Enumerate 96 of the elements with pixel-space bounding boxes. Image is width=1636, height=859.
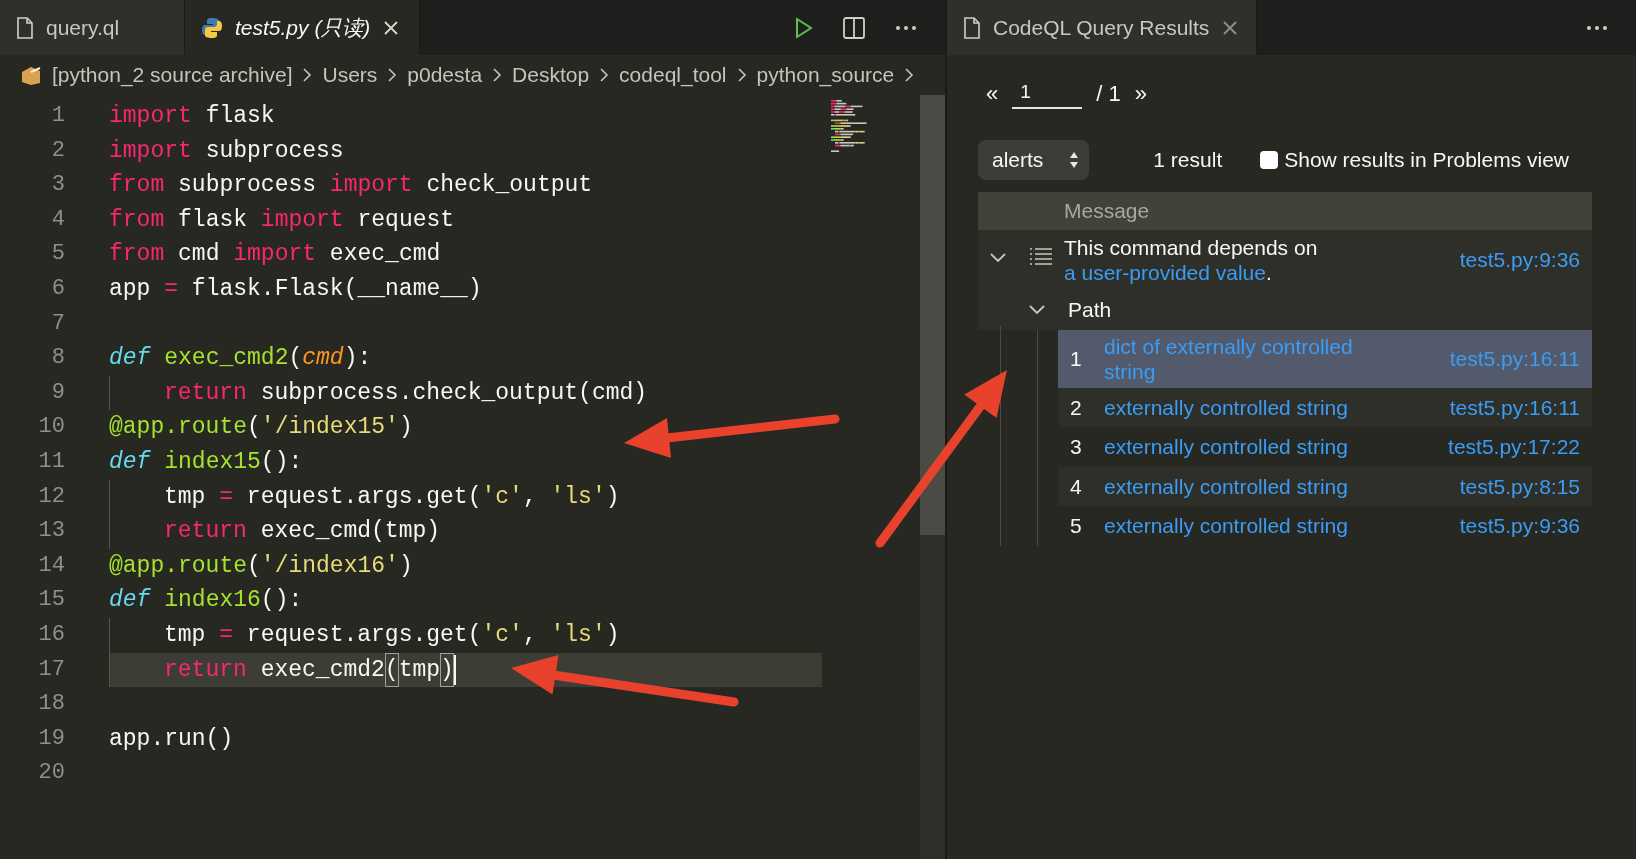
chevron-right-icon (904, 67, 915, 83)
line-number: 12 (37, 482, 66, 511)
breadcrumb-item[interactable]: p0desta (407, 59, 483, 91)
editor-tab[interactable]: test5.py (只读) (185, 0, 420, 55)
line-number: 6 (50, 274, 66, 303)
path-step-row[interactable]: 2 externally controlled string test5.py:16:11 (1058, 387, 1592, 427)
line-number: 2 (50, 136, 66, 165)
step-number: 1 (1069, 345, 1083, 372)
close-icon[interactable] (382, 18, 401, 37)
path-label: Path (1068, 296, 1112, 323)
page-total: / 1 (1096, 80, 1121, 108)
chevron-right-icon (736, 67, 747, 83)
line-number: 20 (37, 759, 66, 788)
code-line: import subprocess (109, 136, 344, 166)
line-number: 11 (37, 447, 66, 476)
line-number: 8 (50, 344, 66, 373)
code-line: return exec_cmd(tmp) (109, 514, 441, 549)
step-number: 4 (1069, 473, 1083, 500)
location-link[interactable]: test5.py:9:36 (1459, 243, 1580, 276)
code-line: app = flask.Flask(__name__) (109, 274, 482, 304)
line-number: 10 (37, 413, 66, 442)
scrollbar-thumb[interactable] (920, 95, 945, 535)
split-editor-icon[interactable] (843, 16, 865, 39)
checkbox-label: Show results in Problems view (1284, 147, 1569, 173)
file-icon (16, 16, 34, 39)
tab-label: query.ql (46, 14, 120, 41)
line-number: 19 (37, 724, 66, 753)
step-link[interactable]: externally controlled string (1104, 434, 1404, 460)
chevron-right-icon (302, 67, 313, 83)
code-line: tmp = request.args.get('c', 'ls') (109, 617, 620, 653)
step-link[interactable]: externally controlled string (1104, 473, 1404, 499)
code-line: from cmd import exec_cmd (109, 240, 441, 270)
run-icon[interactable] (795, 16, 813, 39)
first-page-button[interactable]: « (986, 77, 999, 110)
line-number: 14 (37, 551, 66, 580)
code-line: def exec_cmd2(cmd): (109, 344, 372, 374)
location-link[interactable]: test5.py:8:15 (1459, 470, 1580, 502)
path-step-row[interactable]: 4 externally controlled string test5.py:8:15 (1058, 466, 1592, 506)
code-line: import flask (109, 102, 275, 131)
code-line: def index16(): (109, 586, 303, 616)
checkbox[interactable] (1260, 150, 1279, 169)
line-number: 18 (37, 690, 66, 719)
path-step-row[interactable]: 3 externally controlled string test5.py:17:22 (1058, 427, 1592, 467)
line-number: 16 (37, 620, 66, 649)
result-count: 1 result (1153, 147, 1223, 173)
line-number: 15 (37, 586, 66, 615)
location-link[interactable]: test5.py:9:36 (1459, 510, 1580, 542)
breadcrumb-item[interactable]: codeql_tool (619, 59, 727, 91)
line-number: 1 (50, 102, 66, 130)
tab-label: test5.py (只读) (235, 14, 371, 41)
breadcrumb-item[interactable]: Users (322, 59, 378, 91)
last-page-button[interactable]: » (1134, 77, 1147, 110)
archive-icon (20, 64, 42, 86)
chevron-right-icon (599, 67, 610, 83)
line-number: 9 (50, 378, 66, 407)
breadcrumb-item[interactable]: Desktop (512, 59, 590, 91)
location-link[interactable]: test5.py:16:11 (1449, 391, 1580, 423)
line-number: 5 (50, 240, 66, 269)
column-header: Message (1064, 197, 1150, 224)
line-number: 7 (50, 309, 66, 338)
step-number: 5 (1069, 513, 1083, 539)
line-number: 13 (37, 517, 66, 546)
python-file-icon (201, 16, 223, 39)
location-link[interactable]: test5.py:17:22 (1448, 431, 1580, 463)
path-step-row[interactable]: 5 externally controlled string test5.py:9:36 (1058, 506, 1592, 546)
file-icon (963, 16, 981, 39)
code-line: from subprocess import check_output (109, 171, 593, 201)
path-row[interactable]: Path (978, 289, 1592, 330)
message-link[interactable]: a user-provided value (1064, 260, 1266, 284)
chevron-right-icon (492, 67, 503, 83)
page-input[interactable]: 1 (1012, 78, 1083, 109)
results-tab[interactable]: CodeQL Query Results (947, 0, 1257, 55)
code-line: @app.route('/index16') (109, 551, 413, 581)
code-line: return subprocess.check_output(cmd) (109, 375, 648, 411)
line-number: 4 (50, 205, 66, 234)
line-number: 3 (50, 171, 66, 200)
list-icon (1029, 246, 1053, 267)
step-link[interactable]: externally controlled string (1104, 394, 1404, 420)
code-line: app.run() (109, 724, 234, 754)
alert-message: This command depends on a user-provided value. (1064, 234, 1319, 285)
step-number: 3 (1069, 434, 1083, 460)
updown-icon (1069, 150, 1080, 169)
code-line: @app.route('/index15') (109, 413, 413, 443)
alert-row[interactable]: This command depends on a user-provided value. test5.py:9:36 (978, 229, 1592, 290)
editor-tab[interactable]: query.ql (0, 0, 185, 55)
code-line: tmp = request.args.get('c', 'ls') (109, 479, 620, 515)
breadcrumb-item[interactable]: [python_2 source archive] (52, 59, 293, 91)
breadcrumb-item[interactable]: python_source (756, 59, 895, 91)
step-number: 2 (1069, 394, 1083, 421)
tab-label: CodeQL Query Results (993, 14, 1210, 41)
code-line: def index15(): (109, 447, 303, 477)
code-line: from flask import request (109, 205, 455, 235)
result-set-select[interactable]: alerts (978, 140, 1090, 180)
step-link[interactable]: externally controlled string (1104, 513, 1404, 539)
line-number: 17 (37, 655, 66, 684)
chevron-right-icon (387, 67, 398, 83)
